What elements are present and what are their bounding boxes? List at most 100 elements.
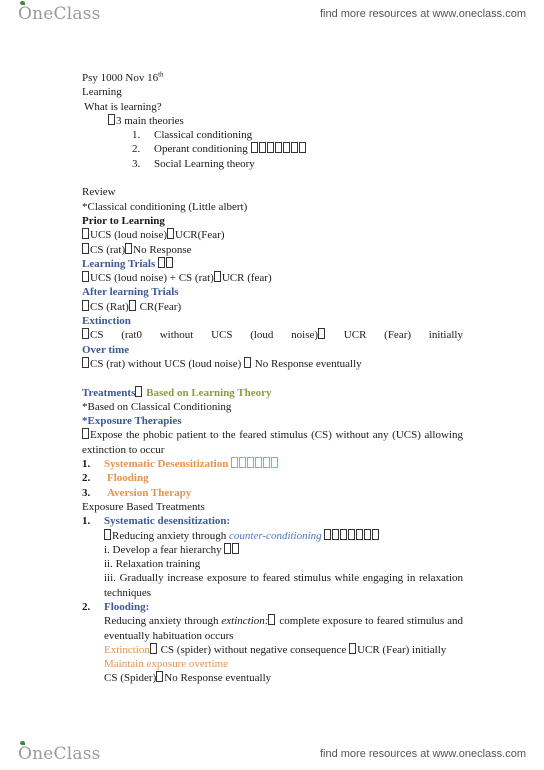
page-header: OneClass find more resources at www.onec…: [0, 0, 544, 30]
arrow-glyph-icon: [82, 428, 89, 440]
list-text: Social Learning theory: [154, 157, 255, 170]
title-superscript: th: [158, 70, 164, 79]
list-text: Operant conditioning: [154, 143, 248, 156]
arrow-glyph-icon: [318, 328, 326, 340]
arrow-glyph-icon: [125, 242, 133, 254]
flood-heading: 2. Flooding:: [82, 600, 464, 614]
arrow-glyph-icon: [156, 671, 164, 683]
overtime-text: No Response eventually: [252, 357, 362, 370]
list-number: 3.: [132, 157, 141, 170]
oneclass-logo[interactable]: OneClass: [18, 1, 101, 24]
missing-glyph-icon: [271, 457, 279, 469]
treatment-item: 1. Systematic Desensitization: [82, 457, 464, 471]
missing-glyph-icon: [232, 542, 240, 554]
overtime-line: CS (rat) without UCS (loud noise) No Res…: [82, 356, 464, 371]
logo-text: OneClass: [18, 744, 101, 764]
extinction-heading: Extinction: [82, 315, 131, 328]
topic: Learning: [82, 86, 122, 99]
missing-glyph-icon: [332, 528, 340, 540]
sd-heading: 1. Systematic desensitization:: [82, 514, 464, 528]
sd-reduce-term: counter-conditioning: [229, 529, 322, 542]
flood-extinction: Extinction CS (spider) without negative …: [82, 642, 464, 657]
ext-word-text: noise): [291, 329, 319, 342]
trials-text: UCR (fear): [221, 272, 272, 285]
trials-heading: Learning Trials: [82, 256, 464, 271]
arrow-glyph-icon: [268, 614, 276, 626]
review-label: Review: [82, 186, 116, 199]
treatment-item: 3. Aversion Therapy: [82, 486, 464, 500]
flood-final-text: CS (Spider): [104, 672, 157, 685]
review-sub: *Classical conditioning (Little albert): [82, 200, 248, 213]
exposure-heading: *Exposure Therapies: [82, 415, 182, 428]
missing-glyph-icon: [255, 457, 263, 469]
missing-glyph-icon: [298, 142, 306, 154]
flood-ext-text: UCR (Fear) initially: [357, 643, 447, 656]
arrow-glyph-icon: [82, 242, 89, 254]
missing-glyph-icon: [250, 142, 258, 154]
arrow-glyph-icon: [213, 271, 221, 283]
oneclass-logo[interactable]: OneClass: [18, 741, 101, 764]
sd-step: ii. Relaxation training: [104, 558, 201, 571]
prior-text: CS (rat): [90, 243, 126, 256]
trials-text: UCS (loud noise) + CS (rat): [90, 272, 214, 285]
missing-glyph-icon: [231, 457, 239, 469]
exposure-text-body: Expose the phobic patient to the feared …: [82, 429, 463, 456]
list-text: Aversion Therapy: [107, 486, 192, 499]
arrow-glyph-icon: [128, 299, 136, 311]
flood-ext-text: CS (spider) without negative consequence: [157, 643, 350, 656]
trials-line: UCS (loud noise) + CS (rat) UCR (fear): [82, 271, 464, 285]
list-text: Systematic Desensitization: [104, 458, 229, 471]
arrow-glyph-icon: [244, 356, 251, 368]
flood-final-text: No Response eventually: [164, 672, 272, 685]
missing-glyph-icon: [340, 528, 348, 540]
flood-reduce-text: Reducing anxiety through: [104, 615, 222, 628]
arrow-glyph-icon: [149, 642, 157, 654]
missing-glyph-icon: [258, 142, 266, 154]
exposure-based: Exposure Based Treatments: [82, 500, 205, 513]
question: What is learning?: [84, 100, 162, 113]
overtime-heading: Over time: [82, 343, 130, 356]
sd-reduce: Reducing anxiety through counter-conditi…: [82, 528, 464, 543]
after-text: CS (Rat): [90, 300, 129, 313]
list-number: 1.: [82, 458, 91, 471]
ext-word: (rat0: [121, 329, 142, 342]
theory-item: 1. Classical conditioning: [82, 128, 464, 142]
list-number: 3.: [82, 486, 91, 499]
prior-text: UCS (loud noise): [90, 229, 167, 242]
arrow-glyph-icon: [82, 271, 89, 283]
missing-glyph-icon: [239, 457, 247, 469]
exposure-text: Expose the phobic patient to the feared …: [82, 428, 463, 457]
missing-glyph-icon: [158, 256, 165, 268]
arrow-glyph-icon: [82, 356, 89, 368]
missing-glyph-icon: [356, 528, 364, 540]
after-text: CR(Fear): [136, 300, 182, 313]
ext-word: CS: [82, 328, 103, 342]
arrow-glyph-icon: [82, 228, 89, 240]
missing-glyph-icon: [266, 142, 274, 154]
flood-ext-label: Extinction: [104, 643, 150, 656]
after-line: CS (Rat) CR(Fear): [82, 299, 464, 314]
flood-reduce: Reducing anxiety through extinction: com…: [82, 614, 463, 643]
treatments-heading: Treatments Based on Learning Theory: [82, 385, 464, 400]
arrow-glyph-icon: [82, 299, 89, 311]
sd-reduce-text: Reducing anxiety through: [112, 529, 230, 542]
header-tagline[interactable]: find more resources at www.oneclass.com: [320, 8, 526, 20]
footer-tagline[interactable]: find more resources at www.oneclass.com: [320, 748, 526, 760]
treatment-item: 2. Flooding: [82, 471, 464, 485]
missing-glyph-icon: [247, 457, 255, 469]
sd-step: iii. Gradually increase exposure to fear…: [104, 572, 463, 599]
missing-glyph-icon: [348, 528, 356, 540]
missing-glyph-icon: [290, 142, 298, 154]
prior-heading: Prior to Learning: [82, 214, 165, 227]
based-on: *Based on Classical Conditioning: [82, 400, 232, 413]
prior-line: UCS (loud noise) UCR(Fear): [82, 228, 464, 242]
prior-line: CS (rat) No Response: [82, 242, 464, 257]
sd-step: i. Develop a fear hierarchy: [82, 542, 464, 557]
missing-glyph-icon: [166, 256, 173, 268]
title-text: Psy 1000 Nov 16: [82, 72, 159, 84]
leaf-icon: [20, 741, 25, 745]
list-text: Classical conditioning: [154, 129, 253, 142]
ext-word: initially: [428, 329, 463, 342]
flood-maintain: Maintain exposure overtime: [104, 658, 229, 671]
extinction-line: CS (rat0 without UCS (loud noise) UCR (F…: [82, 328, 463, 342]
